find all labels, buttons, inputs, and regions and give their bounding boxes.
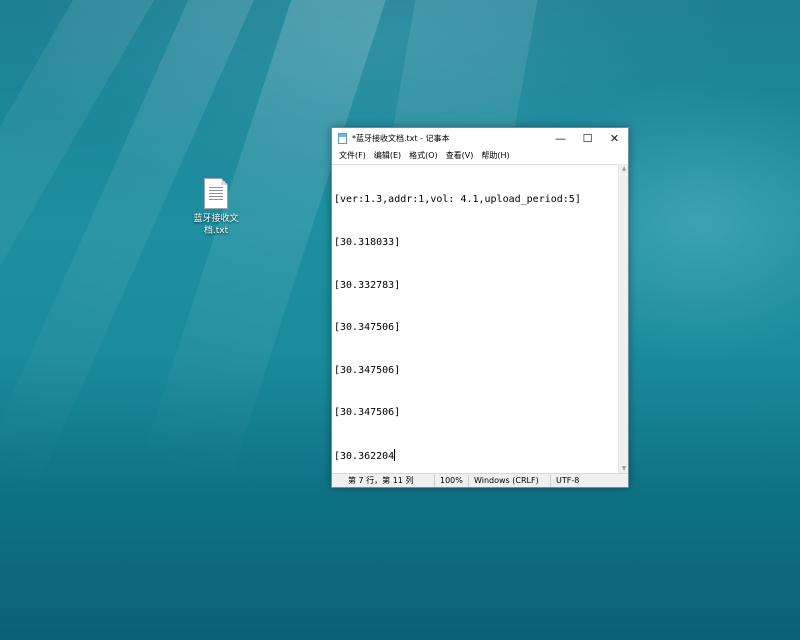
menu-view[interactable]: 查看(V) [442, 149, 478, 163]
minimize-button[interactable]: — [547, 128, 574, 148]
close-button[interactable]: ✕ [601, 128, 628, 148]
text-caret [394, 448, 396, 461]
desktop-file-label: 蓝牙接收文档.txt [193, 214, 239, 236]
desktop: 蓝牙接收文档.txt *蓝牙接收文档.txt - 记事本 — ☐ ✕ 文件(F)… [0, 0, 800, 640]
text-line-last: [30.362204 [334, 448, 618, 463]
menu-bar: 文件(F) 编辑(E) 格式(O) 查看(V) 帮助(H) [332, 148, 628, 164]
maximize-button[interactable]: ☐ [574, 128, 601, 148]
text-line: [30.347506] [334, 364, 401, 376]
text-line: [30.318033] [334, 237, 401, 248]
status-line-ending: Windows (CRLF) [468, 474, 550, 487]
title-bar[interactable]: *蓝牙接收文档.txt - 记事本 — ☐ ✕ [332, 128, 628, 148]
menu-format[interactable]: 格式(O) [405, 149, 442, 163]
scroll-up-icon[interactable]: ▲ [619, 164, 629, 174]
window-title: *蓝牙接收文档.txt - 记事本 [352, 133, 450, 143]
notepad-window[interactable]: *蓝牙接收文档.txt - 记事本 — ☐ ✕ 文件(F) 编辑(E) 格式(O… [331, 127, 629, 488]
vertical-scrollbar[interactable]: ▲ ▼ [618, 164, 628, 474]
notepad-icon [338, 132, 347, 144]
status-cursor-position: 第 7 行，第 11 列 [348, 475, 414, 485]
status-encoding: UTF-8 [550, 474, 620, 487]
menu-file[interactable]: 文件(F) [335, 149, 370, 163]
desktop-file-icon[interactable]: 蓝牙接收文档.txt [190, 176, 242, 237]
menu-help[interactable]: 帮助(H) [477, 149, 513, 163]
text-line: [ver:1.3,addr:1,vol: 4.1,upload_period:5… [334, 194, 581, 206]
text-line: [30.347506] [334, 407, 401, 419]
menu-edit[interactable]: 编辑(E) [370, 149, 405, 163]
text-line: [30.347506] [334, 322, 401, 334]
status-zoom: 100% [434, 474, 468, 487]
text-line: [30.332783] [334, 279, 401, 291]
status-bar: 第 7 行，第 11 列 100% Windows (CRLF) UTF-8 [332, 473, 628, 487]
text-line: [30.362204 [334, 450, 395, 462]
text-file-icon [204, 178, 228, 209]
text-editor[interactable]: [ver:1.3,addr:1,vol: 4.1,upload_period:5… [332, 164, 618, 474]
